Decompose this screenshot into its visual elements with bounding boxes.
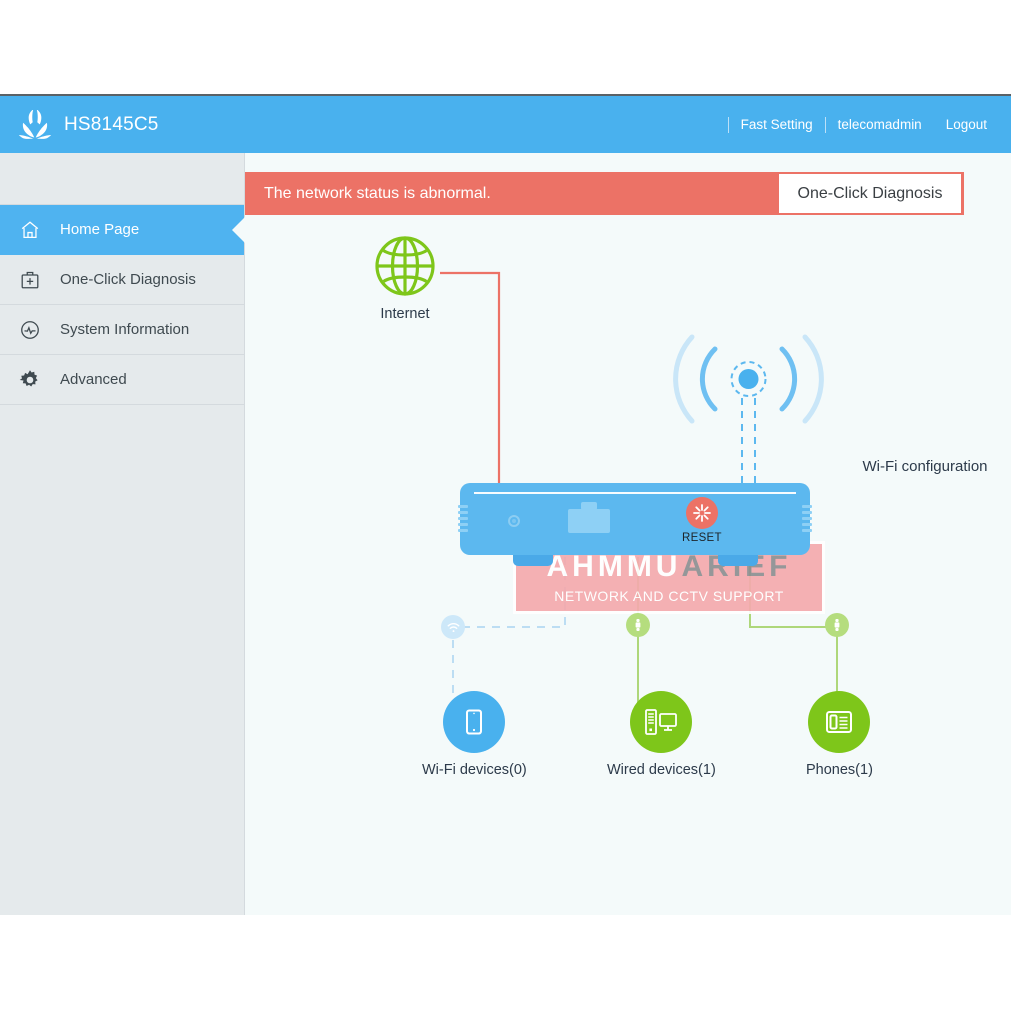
watermark-subtitle: NETWORK AND CCTV SUPPORT xyxy=(554,587,784,604)
reset-control[interactable]: RESET xyxy=(682,497,722,544)
sidebar-item-system-information[interactable]: System Information xyxy=(0,305,244,355)
sidebar-item-home-page[interactable]: Home Page xyxy=(0,205,244,255)
wifi-configuration-label: Wi-Fi configuration xyxy=(862,458,988,475)
gear-icon xyxy=(0,368,60,392)
node-phones[interactable]: Phones(1) xyxy=(806,691,873,778)
wifi-signal-icon xyxy=(441,615,465,639)
reset-burst-icon xyxy=(685,497,718,529)
reset-label: RESET xyxy=(682,532,722,544)
ethernet-plug-icon xyxy=(825,613,849,637)
power-led-icon xyxy=(508,515,520,527)
node-wired-devices[interactable]: Wired devices(1) xyxy=(607,691,716,778)
nav-item-logout[interactable]: Logout xyxy=(934,117,999,132)
nav-item-account[interactable]: telecomadmin xyxy=(826,117,934,132)
sidebar-label: Home Page xyxy=(60,221,140,238)
nav-divider xyxy=(727,116,729,133)
activity-circle-icon xyxy=(0,319,60,341)
sidebar-item-advanced[interactable]: Advanced xyxy=(0,355,244,405)
router-foot-right xyxy=(718,555,758,566)
ethernet-port-icon xyxy=(568,502,610,533)
desktop-tower-icon xyxy=(630,691,693,753)
router-vent-left xyxy=(458,505,468,539)
globe-icon xyxy=(374,235,436,297)
huawei-logo-icon xyxy=(18,109,52,140)
node-label: Wired devices(1) xyxy=(607,762,716,778)
router-device[interactable]: RESET xyxy=(458,483,812,566)
sidebar-label: System Information xyxy=(60,321,190,338)
node-label: Phones(1) xyxy=(806,762,873,778)
node-label: Internet xyxy=(380,306,430,322)
nav-divider xyxy=(824,116,826,133)
brand: HS8145C5 xyxy=(0,109,159,140)
sidebar: Home Page One-Click Diagnosis System Inf… xyxy=(0,153,245,915)
sidebar-label: One-Click Diagnosis xyxy=(60,271,196,288)
app-header: HS8145C5 Fast Setting telecomadmin Logou… xyxy=(0,96,1011,153)
sidebar-top-spacer xyxy=(0,153,244,205)
router-foot-left xyxy=(513,555,553,566)
header-nav: Fast Setting telecomadmin Logout xyxy=(727,116,1011,133)
router-top-strip xyxy=(474,492,796,494)
node-label: Wi-Fi devices(0) xyxy=(422,762,527,778)
sidebar-label: Advanced xyxy=(60,371,127,388)
router-vent-right xyxy=(802,505,812,539)
ethernet-plug-icon xyxy=(626,613,650,637)
desk-phone-icon xyxy=(808,691,871,753)
first-aid-kit-icon xyxy=(0,269,60,291)
main-content: The network status is abnormal. One-Clic… xyxy=(245,153,1011,915)
node-internet[interactable]: Internet xyxy=(374,235,436,322)
node-wifi-devices[interactable]: Wi-Fi devices(0) xyxy=(422,691,527,778)
tablet-icon xyxy=(443,691,506,753)
home-icon xyxy=(0,219,60,241)
nav-item-fast-setting[interactable]: Fast Setting xyxy=(729,117,825,132)
brand-title: HS8145C5 xyxy=(64,113,159,135)
sidebar-item-one-click-diagnosis[interactable]: One-Click Diagnosis xyxy=(0,255,244,305)
page-root: HS8145C5 Fast Setting telecomadmin Logou… xyxy=(0,0,1011,1011)
